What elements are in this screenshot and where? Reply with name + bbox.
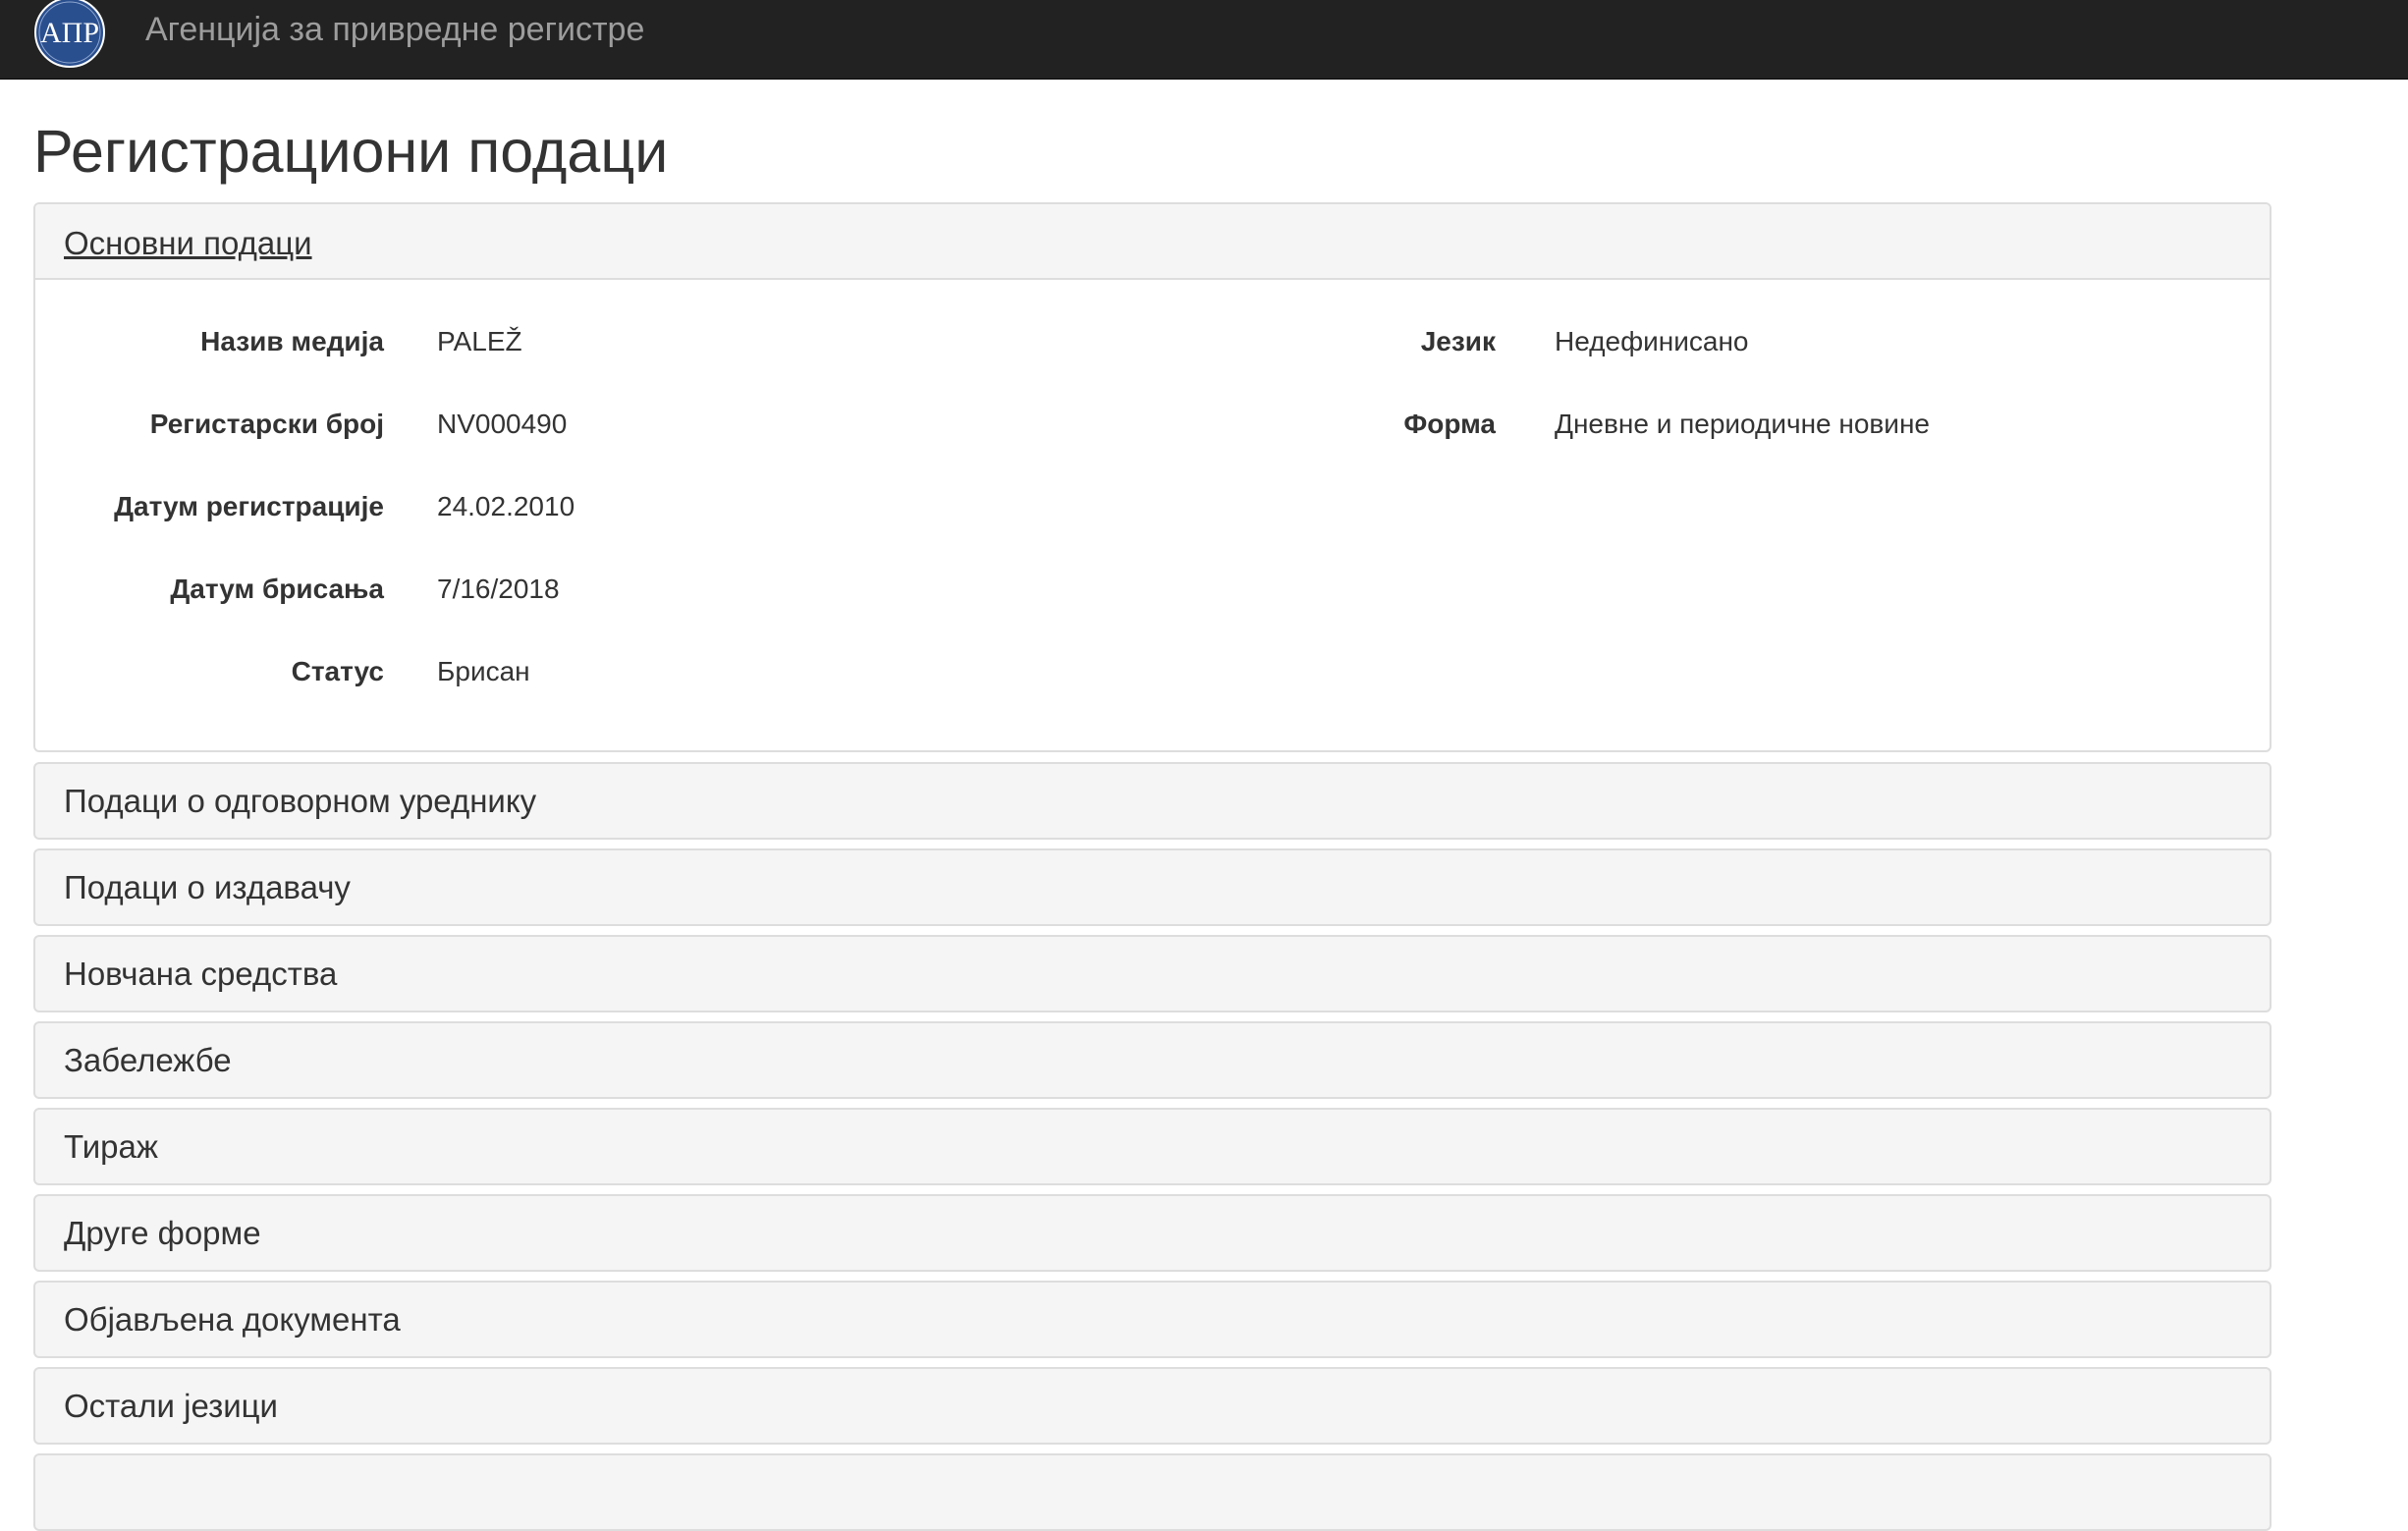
- panel-other-forms-title[interactable]: Друге форме: [64, 1214, 261, 1253]
- panel-circulation-title[interactable]: Тираж: [64, 1127, 158, 1167]
- panel-other-languages[interactable]: Остали језици: [33, 1367, 2271, 1445]
- field-label-registration-number: Регистарски број: [149, 409, 384, 439]
- panel-notes-title[interactable]: Забележбе: [64, 1041, 232, 1080]
- panel-circulation[interactable]: Тираж: [33, 1108, 2271, 1185]
- apr-logo-icon[interactable]: АПР: [33, 0, 106, 69]
- top-navbar: АПР Агенција за привредне регистре: [0, 0, 2408, 80]
- field-value-form: Дневне и периодичне новине: [1555, 409, 1930, 439]
- field-value-registration-date: 24.02.2010: [437, 491, 575, 521]
- panel-funds[interactable]: Новчана средства: [33, 935, 2271, 1012]
- field-value-registration-number: NV000490: [437, 409, 568, 439]
- panel-published-documents[interactable]: Објављена документа: [33, 1281, 2271, 1358]
- field-label-registration-date: Датум регистрације: [114, 491, 384, 521]
- panel-notes[interactable]: Забележбе: [33, 1021, 2271, 1099]
- panel-publisher-title[interactable]: Подаци о издавачу: [64, 868, 351, 907]
- field-value-status: Брисан: [437, 656, 530, 686]
- field-label-form: Форма: [1403, 409, 1496, 439]
- field-label-language: Језик: [1420, 326, 1496, 356]
- field-value-language: Недефинисано: [1555, 326, 1749, 356]
- panel-funds-title[interactable]: Новчана средства: [64, 955, 337, 994]
- basic-data-panel-heading: Основни подаци: [35, 204, 2270, 280]
- field-label-deletion-date: Датум брисања: [170, 574, 384, 604]
- field-label-media-name: Назив медија: [200, 326, 384, 356]
- panel-other-languages-title[interactable]: Остали језици: [64, 1387, 278, 1426]
- brand-title[interactable]: Агенција за привредне регистре: [145, 8, 644, 51]
- panel-responsible-editor-title[interactable]: Подаци о одговорном уреднику: [64, 782, 536, 821]
- panel-responsible-editor[interactable]: Подаци о одговорном уреднику: [33, 762, 2271, 840]
- field-label-status: Статус: [291, 656, 384, 686]
- panel-published-documents-title[interactable]: Објављена документа: [64, 1300, 401, 1340]
- field-value-media-name: PALEŽ: [437, 326, 522, 356]
- page-title: Регистрациони подаци: [33, 118, 669, 185]
- basic-data-toggle-link[interactable]: Основни подаци: [64, 224, 312, 263]
- panel-next[interactable]: [33, 1453, 2271, 1531]
- basic-data-panel: Основни подаци Назив медија PALEŽ Регист…: [33, 202, 2271, 752]
- panel-other-forms[interactable]: Друге форме: [33, 1194, 2271, 1272]
- panel-publisher[interactable]: Подаци о издавачу: [33, 848, 2271, 926]
- field-value-deletion-date: 7/16/2018: [437, 574, 560, 604]
- logo-text: АПР: [40, 17, 99, 49]
